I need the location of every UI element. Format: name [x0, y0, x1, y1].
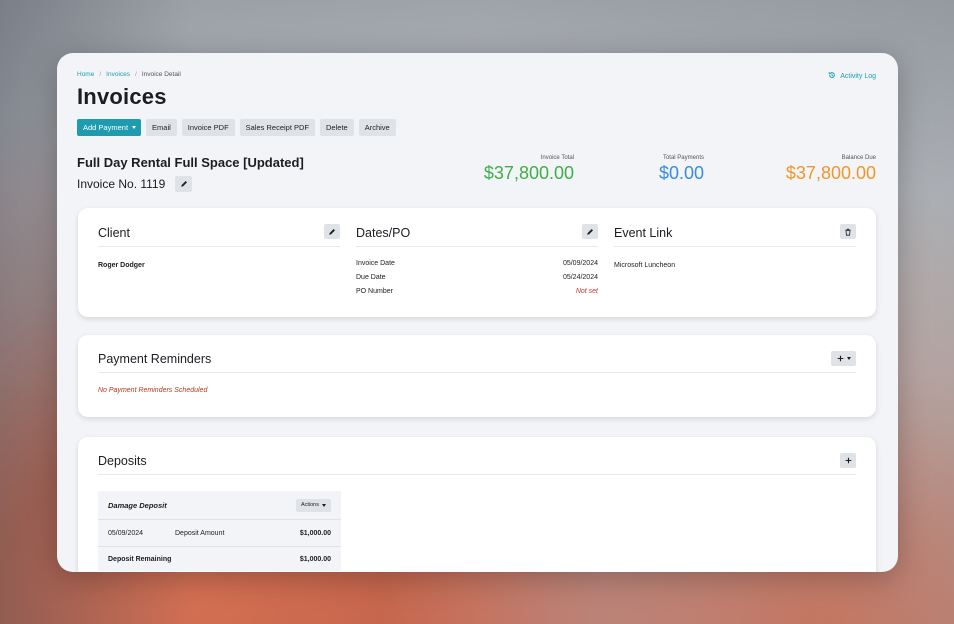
deposit-remaining-value: $1,000.00 — [299, 555, 331, 563]
pencil-icon — [180, 181, 187, 187]
reminders-empty-message: No Payment Reminders Scheduled — [98, 387, 208, 394]
invoice-date-value: 05/09/2024 — [562, 259, 598, 267]
edit-invoice-number-button[interactable] — [175, 176, 193, 192]
deposit-item: Damage Deposit Actions 05/09/2024 Deposi… — [98, 491, 341, 571]
divider — [98, 246, 340, 247]
add-payment-label: Add Payment — [83, 123, 129, 132]
client-section: Client Roger Dodger — [98, 208, 340, 269]
sales-receipt-pdf-button[interactable]: Sales Receipt PDF — [239, 119, 316, 136]
breadcrumb-home[interactable]: Home — [77, 71, 94, 78]
deposits-heading: Deposits — [98, 454, 147, 468]
add-reminder-button[interactable] — [831, 351, 856, 366]
add-payment-button[interactable]: Add Payment — [77, 119, 142, 136]
invoice-number: Invoice No. 1119 — [77, 177, 166, 191]
deposits-card: Deposits Damage Deposit Actions 05/09/20… — [78, 437, 876, 572]
edit-dates-button[interactable] — [582, 224, 598, 239]
toolbar: Add Payment Email Invoice PDF Sales Rece… — [77, 119, 878, 136]
delete-button[interactable]: Delete — [320, 119, 354, 136]
invoice-date-label: Invoice Date — [356, 259, 395, 267]
history-icon — [828, 71, 836, 81]
pencil-icon — [329, 228, 335, 235]
page-title: Invoices — [77, 84, 167, 109]
add-deposit-button[interactable] — [840, 453, 856, 468]
email-button[interactable]: Email — [146, 119, 177, 136]
chevron-down-icon — [132, 126, 137, 129]
delete-event-link-button[interactable] — [840, 224, 856, 239]
invoice-total-label: Invoice Total — [540, 155, 574, 161]
due-date-value: 05/24/2024 — [562, 273, 598, 281]
reminders-section: Payment Reminders No Payment Reminders S… — [98, 335, 856, 394]
trash-icon — [845, 228, 851, 236]
invoice-pdf-button[interactable]: Invoice PDF — [181, 119, 235, 136]
chevron-down-icon — [322, 503, 326, 507]
event-section: Event Link Microsoft Luncheon — [614, 208, 856, 269]
dates-heading: Dates/PO — [356, 226, 411, 240]
plus-icon — [845, 457, 851, 464]
total-payments-value: $0.00 — [658, 163, 704, 183]
total-payments: Total Payments $0.00 — [574, 155, 704, 184]
due-date-label: Due Date — [356, 273, 386, 281]
breadcrumb-separator: / — [135, 71, 137, 78]
divider — [98, 372, 856, 373]
client-name[interactable]: Roger Dodger — [98, 262, 340, 269]
deposit-remaining-row: Deposit Remaining $1,000.00 — [98, 547, 341, 571]
page-content: Home / Invoices / Invoice Detail Activit… — [77, 71, 878, 195]
deposit-amount-value: $1,000.00 — [299, 529, 331, 537]
payment-reminders-card: Payment Reminders No Payment Reminders S… — [78, 335, 876, 417]
invoice-header: Full Day Rental Full Space [Updated] Inv… — [77, 155, 878, 195]
balance-due-value: $37,800.00 — [785, 163, 876, 183]
invoice-total-value: $37,800.00 — [483, 163, 574, 183]
deposit-amount-row: 05/09/2024 Deposit Amount $1,000.00 — [98, 520, 341, 546]
activity-log-link[interactable]: Activity Log — [828, 71, 876, 81]
edit-client-button[interactable] — [324, 224, 340, 239]
deposit-item-header: Damage Deposit Actions — [98, 491, 341, 519]
breadcrumb: Home / Invoices / Invoice Detail — [77, 71, 878, 78]
breadcrumb-current: Invoice Detail — [141, 71, 181, 78]
dates-list: Invoice Date 05/09/2024 Due Date 05/24/2… — [356, 256, 598, 298]
total-payments-label: Total Payments — [662, 155, 704, 161]
deposit-remaining-label: Deposit Remaining — [108, 555, 172, 563]
info-card: Client Roger Dodger Dates/PO Invoice Dat… — [78, 208, 876, 317]
deposits-section: Deposits — [98, 437, 856, 475]
app-window: Home / Invoices / Invoice Detail Activit… — [57, 53, 898, 572]
plus-icon — [837, 355, 843, 362]
deposit-actions-button[interactable]: Actions — [295, 498, 331, 512]
invoice-total: Invoice Total $37,800.00 — [476, 155, 574, 184]
balance-due: Balance Due $37,800.00 — [704, 155, 876, 184]
activity-log-label: Activity Log — [840, 72, 876, 80]
invoice-date-row: Invoice Date 05/09/2024 — [356, 256, 598, 270]
divider — [356, 246, 598, 247]
reminders-heading: Payment Reminders — [98, 352, 212, 366]
po-number-label: PO Number — [356, 287, 393, 295]
divider — [614, 246, 856, 247]
client-heading: Client — [98, 226, 130, 240]
balance-due-label: Balance Due — [841, 155, 876, 161]
divider — [98, 474, 856, 475]
event-name[interactable]: Microsoft Luncheon — [614, 262, 856, 269]
deposit-amount-label: Deposit Amount — [175, 529, 225, 537]
deposit-actions-label: Actions — [300, 502, 319, 508]
po-number-value: Not set — [575, 287, 598, 295]
due-date-row: Due Date 05/24/2024 — [356, 270, 598, 284]
breadcrumb-separator: / — [99, 71, 102, 78]
archive-button[interactable]: Archive — [358, 119, 396, 136]
totals: Invoice Total $37,800.00 Total Payments … — [476, 155, 876, 184]
event-heading: Event Link — [614, 226, 673, 240]
deposit-item-title: Damage Deposit — [108, 500, 167, 510]
dates-section: Dates/PO Invoice Date 05/09/2024 Due Dat… — [356, 208, 598, 298]
deposit-date: 05/09/2024 — [108, 529, 144, 537]
po-number-row: PO Number Not set — [356, 284, 598, 298]
chevron-down-icon — [846, 357, 851, 360]
breadcrumb-invoices[interactable]: Invoices — [106, 71, 130, 78]
pencil-icon — [587, 228, 593, 235]
